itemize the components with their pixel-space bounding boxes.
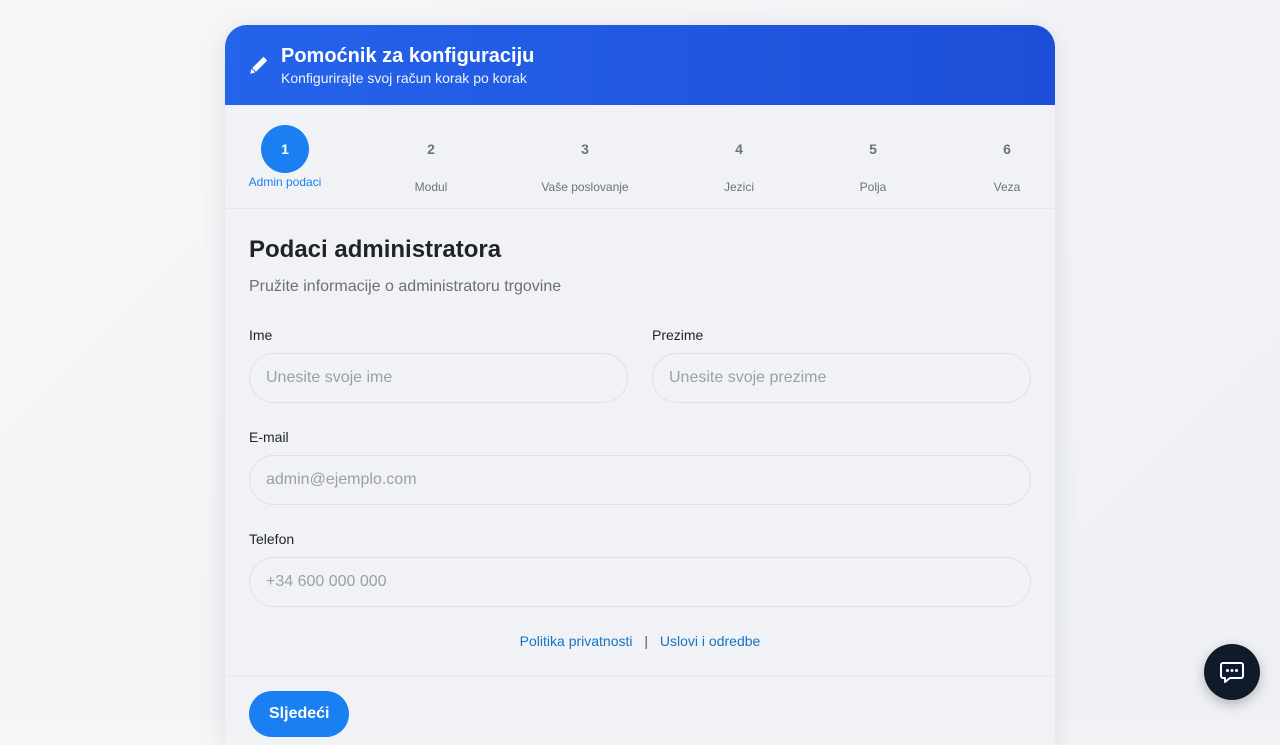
- step-number: 4: [735, 141, 743, 157]
- step-languages[interactable]: 4 Jezici: [684, 125, 794, 194]
- wizard-header: Pomoćnik za konfiguraciju Konfigurirajte…: [225, 25, 1055, 105]
- last-name-label: Prezime: [652, 327, 704, 343]
- email-group: E-mail: [249, 429, 1031, 505]
- step-admin-data[interactable]: 1 Admin podaci: [230, 125, 340, 189]
- step-number: 1: [261, 125, 309, 173]
- step-number: 6: [1003, 141, 1011, 157]
- form-section: Podaci administratora Pružite informacij…: [225, 209, 1055, 649]
- last-name-input[interactable]: [652, 353, 1031, 403]
- step-fields[interactable]: 5 Polja: [818, 125, 928, 194]
- phone-input[interactable]: [249, 557, 1031, 607]
- form-subtitle: Pružite informacije o administratoru trg…: [249, 278, 562, 295]
- pen-icon: [250, 56, 268, 74]
- step-label: Veza: [993, 180, 1021, 194]
- chat-bubble-icon: [1220, 662, 1244, 683]
- step-number: 3: [581, 141, 589, 157]
- form-title: Podaci administratora: [249, 236, 502, 263]
- terms-link[interactable]: Uslovi i odredbe: [660, 633, 760, 649]
- setup-wizard-card: Pomoćnik za konfiguraciju Konfigurirajte…: [225, 25, 1055, 745]
- first-name-label: Ime: [249, 327, 273, 343]
- first-name-group: Ime: [249, 327, 628, 403]
- step-label: Vaše poslovanje: [541, 180, 629, 194]
- step-label: Polja: [859, 180, 887, 194]
- step-your-business[interactable]: 3 Vaše poslovanje: [530, 125, 640, 194]
- step-number: 2: [427, 141, 435, 157]
- first-name-input[interactable]: [249, 353, 628, 403]
- step-number: 5: [869, 141, 877, 157]
- privacy-policy-link[interactable]: Politika privatnosti: [520, 633, 633, 649]
- last-name-group: Prezime: [652, 327, 1031, 403]
- step-label: Admin podaci: [248, 175, 322, 189]
- step-label: Modul: [414, 180, 448, 194]
- wizard-subtitle: Konfigurirajte svoj račun korak po korak: [281, 69, 527, 86]
- wizard-title: Pomoćnik za konfiguraciju: [281, 44, 535, 67]
- email-label: E-mail: [249, 429, 289, 445]
- stepper: 1 Admin podaci 2 Modul 3 Vaše poslovanje…: [225, 105, 1055, 209]
- phone-label: Telefon: [249, 531, 295, 547]
- next-button[interactable]: Sljedeći: [249, 691, 350, 737]
- email-input[interactable]: [249, 455, 1031, 505]
- chat-button[interactable]: [1204, 644, 1260, 700]
- legal-links: Politika privatnosti | Uslovi i odredbe: [249, 633, 1031, 649]
- link-separator: |: [644, 633, 649, 649]
- phone-group: Telefon: [249, 531, 1031, 607]
- step-module[interactable]: 2 Modul: [376, 125, 486, 194]
- step-connection[interactable]: 6 Veza: [952, 125, 1055, 194]
- step-label: Jezici: [723, 180, 754, 194]
- wizard-footer: Sljedeći: [225, 675, 1055, 745]
